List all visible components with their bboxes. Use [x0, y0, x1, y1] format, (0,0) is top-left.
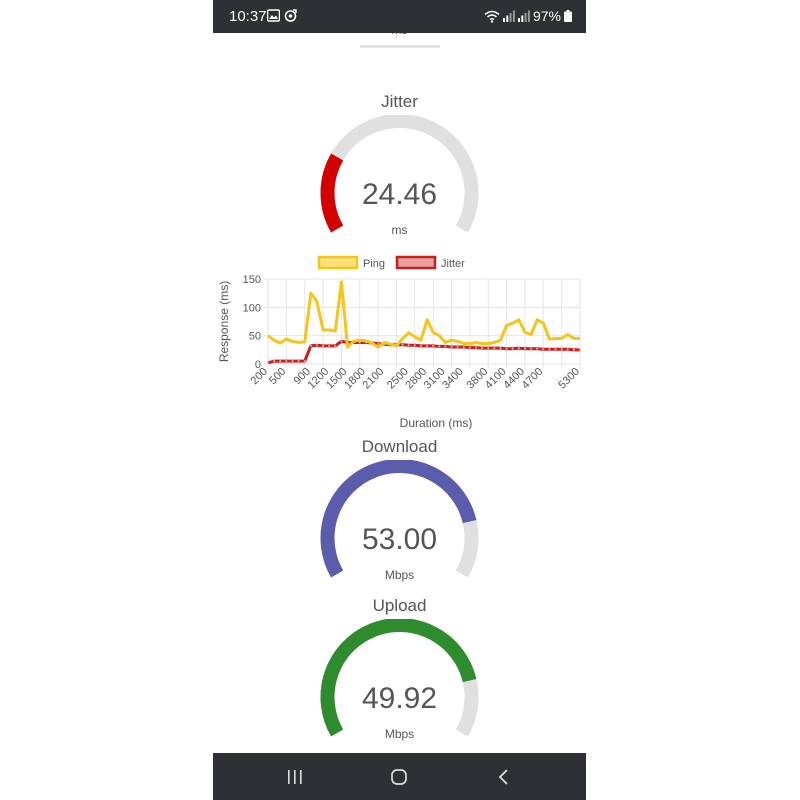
jitter-point: [572, 348, 575, 351]
x-tick-label: 4700: [520, 366, 546, 392]
legend-label: Ping: [363, 258, 385, 270]
gauge-value: 53.00: [362, 523, 437, 556]
back-button[interactable]: [484, 765, 524, 789]
jitter-point: [481, 347, 484, 350]
jitter-point: [328, 344, 331, 347]
x-tick-label: 500: [267, 366, 288, 387]
jitter-point: [542, 348, 545, 351]
home-icon: [391, 769, 407, 785]
signal-icon: [502, 10, 515, 22]
gauge-title-download: Download: [361, 437, 438, 456]
jitter-point: [530, 347, 533, 350]
gauge-progress-bar: [360, 45, 440, 48]
legend-swatch: [395, 255, 437, 270]
jitter-point: [566, 348, 569, 351]
gauge-fill: [320, 460, 477, 578]
jitter-point: [309, 344, 312, 347]
jitter-point: [536, 347, 539, 350]
jitter-point: [334, 344, 337, 347]
y-tick-label: 100: [243, 302, 261, 314]
speedtest-content: 17.89ms Jitter 24.46ms 05010015020050090…: [213, 0, 586, 800]
jitter-point: [487, 347, 490, 350]
jitter-point: [456, 346, 459, 348]
jitter-point: [285, 360, 288, 363]
gauge-jitter: 24.46 ms: [320, 115, 479, 237]
status-time: 10:37: [229, 8, 267, 25]
jitter-point: [523, 347, 526, 350]
jitter-point: [579, 348, 581, 351]
series-line-ping: [267, 280, 580, 349]
gallery-icon: [267, 9, 280, 22]
battery-icon: [564, 10, 572, 22]
jitter-point: [493, 347, 496, 350]
signal-icon-2: [517, 10, 530, 22]
gauge-upload: 49.92 Mbps: [320, 619, 479, 741]
jitter-point: [303, 360, 306, 363]
jitter-point: [438, 345, 441, 348]
jitter-point: [517, 347, 520, 350]
status-bar: 10:37 97%: [213, 0, 586, 33]
jitter-point: [401, 343, 404, 346]
x-tick-label: 3400: [440, 366, 466, 392]
gauge-unit: Mbps: [385, 568, 414, 582]
series-line-jitter: [267, 339, 580, 365]
legend-swatch: [317, 255, 359, 270]
jitter-point: [413, 344, 416, 347]
jitter-point: [419, 344, 422, 347]
x-tick-label: 5300: [556, 366, 582, 392]
jitter-point: [279, 360, 282, 363]
gauge-unit: ms: [392, 223, 408, 237]
jitter-point: [340, 340, 343, 343]
jitter-point: [267, 361, 269, 364]
jitter-point: [511, 347, 514, 350]
jitter-point: [560, 348, 563, 351]
jitter-point: [407, 344, 410, 347]
gauge-title-upload: Upload: [372, 596, 427, 615]
recent-apps-icon: [288, 770, 302, 784]
phone-screen: 17.89ms Jitter 24.46ms 05010015020050090…: [213, 0, 586, 800]
gauge-unit: Mbps: [385, 727, 414, 741]
jitter-point: [554, 348, 557, 351]
response-chart: 050100150200500 9001200150018002100250028…: [217, 255, 582, 430]
gauge-download: 53.00 Mbps: [320, 460, 479, 582]
navigation-bar: [213, 753, 586, 800]
jitter-point: [499, 347, 502, 350]
jitter-point: [432, 344, 435, 347]
y-tick-label: 150: [243, 274, 261, 286]
x-axis-label: Duration (ms): [400, 416, 473, 430]
gauge-fill: [320, 153, 344, 233]
jitter-point: [468, 346, 471, 349]
jitter-point: [297, 360, 300, 363]
gauge-track: [320, 115, 479, 233]
gauge-title-jitter: Jitter: [381, 92, 418, 111]
jitter-point: [475, 346, 477, 349]
jitter-point: [505, 347, 508, 350]
jitter-point: [291, 360, 294, 363]
jitter-point: [426, 344, 429, 347]
y-tick-label: 50: [249, 331, 261, 343]
jitter-point: [444, 345, 447, 348]
battery-percent: 97%: [532, 8, 561, 24]
legend-label: Jitter: [441, 258, 465, 270]
jitter-point: [322, 344, 325, 347]
wifi-icon: [484, 10, 500, 23]
x-tick-label: 2100: [361, 366, 387, 392]
jitter-point: [548, 348, 551, 351]
back-icon: [498, 769, 508, 785]
jitter-point: [450, 346, 453, 348]
x-tick-label: 200: [249, 366, 270, 387]
recent-apps-button[interactable]: [275, 765, 315, 789]
jitter-point: [315, 344, 318, 347]
gauge-value: 49.92: [362, 682, 437, 715]
gauge-value: 24.46: [362, 178, 437, 211]
jitter-point: [273, 360, 276, 363]
home-button[interactable]: [379, 765, 419, 789]
y-axis-label: Response (ms): [217, 281, 231, 362]
app-notification-icon: [284, 9, 297, 22]
gauge-fill: [320, 619, 477, 737]
jitter-point: [462, 346, 465, 348]
jitter-point: [377, 342, 380, 345]
